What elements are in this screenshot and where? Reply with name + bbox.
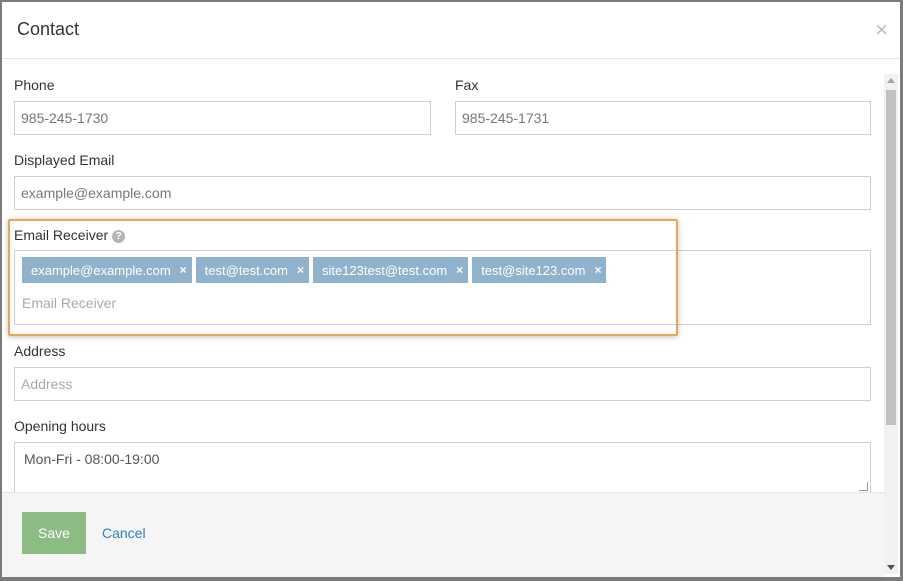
email-tag-label: test@site123.com bbox=[481, 262, 586, 278]
scroll-up-icon[interactable] bbox=[887, 78, 895, 83]
phone-label: Phone bbox=[14, 77, 55, 93]
email-receiver-tag-input[interactable]: example@example.com × test@test.com × si… bbox=[14, 250, 871, 325]
opening-hours-label: Opening hours bbox=[14, 418, 106, 434]
dialog-header: Contact × bbox=[2, 2, 900, 59]
address-label: Address bbox=[14, 343, 66, 359]
question-circle-icon[interactable]: ? bbox=[112, 230, 126, 243]
email-receiver-label-row: Email Receiver? bbox=[14, 227, 126, 243]
email-tag-label: test@test.com bbox=[204, 262, 288, 278]
close-icon[interactable]: × bbox=[875, 18, 888, 42]
email-tag-label: site123test@test.com bbox=[321, 262, 448, 278]
fax-input[interactable]: 985-245-1731 bbox=[455, 101, 871, 135]
fax-label: Fax bbox=[455, 77, 479, 93]
remove-tag-icon[interactable]: × bbox=[456, 263, 463, 277]
cancel-link[interactable]: Cancel bbox=[102, 525, 146, 541]
email-receiver-placeholder[interactable]: Email Receiver bbox=[22, 295, 116, 311]
phone-input[interactable]: 985-245-1730 bbox=[14, 101, 431, 135]
vertical-scrollbar[interactable] bbox=[884, 74, 898, 574]
email-tag: test@test.com × bbox=[195, 257, 309, 283]
email-tag-label: example@example.com bbox=[31, 262, 171, 278]
email-receiver-tags: example@example.com × test@test.com × si… bbox=[22, 257, 607, 283]
dialog-footer: Save Cancel bbox=[2, 492, 884, 577]
displayed-email-input[interactable]: example@example.com bbox=[14, 176, 871, 210]
scroll-down-icon[interactable] bbox=[887, 565, 895, 570]
email-tag: test@site123.com × bbox=[472, 257, 607, 283]
dialog-title: Contact bbox=[17, 19, 80, 39]
remove-tag-icon[interactable]: × bbox=[180, 263, 187, 277]
contact-dialog: Contact × Phone 985-245-1730 Fax 985-245… bbox=[2, 2, 900, 577]
address-input[interactable]: Address bbox=[14, 367, 871, 401]
opening-hours-value: Mon-Fri - 08:00-19:00 bbox=[24, 451, 160, 467]
resize-handle-icon[interactable] bbox=[859, 482, 868, 491]
email-tag: example@example.com × bbox=[22, 257, 192, 283]
email-tag: site123test@test.com × bbox=[312, 257, 469, 283]
dialog-body: Phone 985-245-1730 Fax 985-245-1731 Disp… bbox=[2, 59, 884, 492]
scroll-thumb[interactable] bbox=[886, 90, 896, 425]
save-button[interactable]: Save bbox=[22, 512, 86, 554]
email-receiver-label: Email Receiver bbox=[14, 227, 109, 243]
remove-tag-icon[interactable]: × bbox=[594, 263, 601, 277]
displayed-email-label: Displayed Email bbox=[14, 152, 115, 168]
remove-tag-icon[interactable]: × bbox=[297, 263, 304, 277]
opening-hours-textarea[interactable]: Mon-Fri - 08:00-19:00 bbox=[14, 442, 871, 492]
